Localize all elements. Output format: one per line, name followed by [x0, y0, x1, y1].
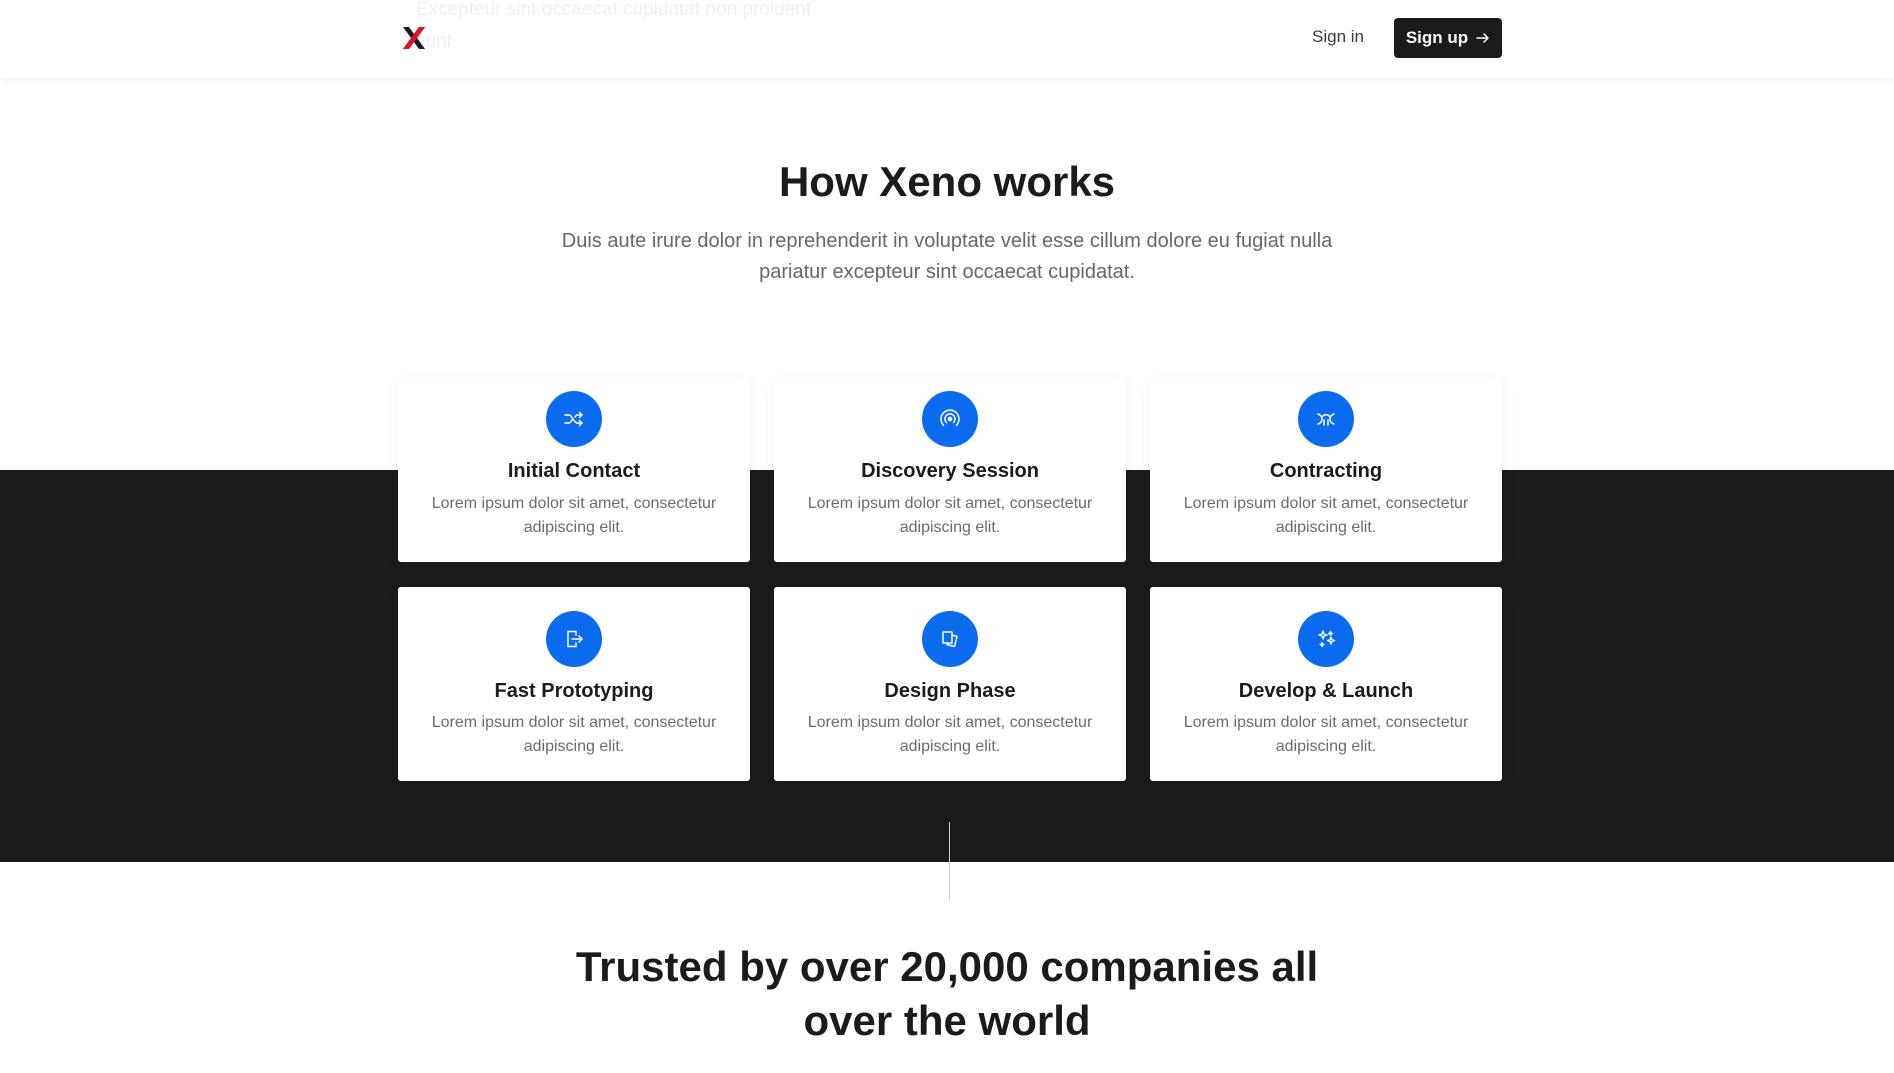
timeline-divider-line [949, 822, 950, 902]
card-description: Lorem ipsum dolor sit amet, consectetur … [431, 495, 717, 536]
process-card-initial-contact: Initial Contact Lorem ipsum dolor sit am… [398, 378, 750, 562]
sign-in-link[interactable]: Sign in [1312, 27, 1364, 47]
process-card-fast-prototyping: Fast Prototyping Lorem ipsum dolor sit a… [398, 587, 750, 781]
site-header: Excepteur sint occaecat cupidatat non pr… [0, 0, 1894, 78]
card-title: Fast Prototyping [494, 680, 654, 702]
card-title: Contracting [1269, 460, 1383, 482]
card-description: Lorem ipsum dolor sit amet, consectetur … [1183, 495, 1469, 536]
card-description: Lorem ipsum dolor sit amet, consectetur … [807, 495, 1093, 536]
shuffle-icon [546, 391, 602, 447]
card-title: Develop & Launch [1238, 680, 1414, 702]
layers-icon [922, 611, 978, 667]
card-title: Discovery Session [861, 460, 1039, 482]
card-description: Lorem ipsum dolor sit amet, consectetur … [431, 714, 717, 755]
xeno-logo-icon[interactable] [402, 26, 426, 50]
card-title: Design Phase [884, 680, 1016, 702]
broadcast-icon [922, 391, 978, 447]
section-description: Duis aute irure dolor in reprehenderit i… [561, 230, 1333, 283]
process-card-contracting: Contracting Lorem ipsum dolor sit amet, … [1150, 378, 1502, 562]
process-card-develop-launch: Develop & Launch Lorem ipsum dolor sit a… [1150, 587, 1502, 781]
box-arrow-right-icon [546, 611, 602, 667]
card-description: Lorem ipsum dolor sit amet, consectetur … [807, 714, 1093, 755]
sparkles-icon [1298, 611, 1354, 667]
faded-background-text: Excepteur sint occaecat cupidatat non pr… [416, 0, 812, 52]
trusted-heading: Trusted by over 20,000 companies all ove… [575, 943, 1319, 1044]
handshake-icon [1298, 391, 1354, 447]
card-description: Lorem ipsum dolor sit amet, consectetur … [1183, 714, 1469, 755]
process-card-design-phase: Design Phase Lorem ipsum dolor sit amet,… [774, 587, 1126, 781]
sign-up-button[interactable]: Sign up [1394, 18, 1502, 58]
process-card-discovery-session: Discovery Session Lorem ipsum dolor sit … [774, 378, 1126, 562]
page: Excepteur sint occaecat cupidatat non pr… [0, 0, 1894, 1073]
card-title: Initial Contact [507, 460, 641, 482]
arrow-right-icon [1476, 33, 1489, 43]
section-title: How Xeno works [778, 158, 1116, 205]
sign-up-label: Sign up [1405, 28, 1469, 47]
